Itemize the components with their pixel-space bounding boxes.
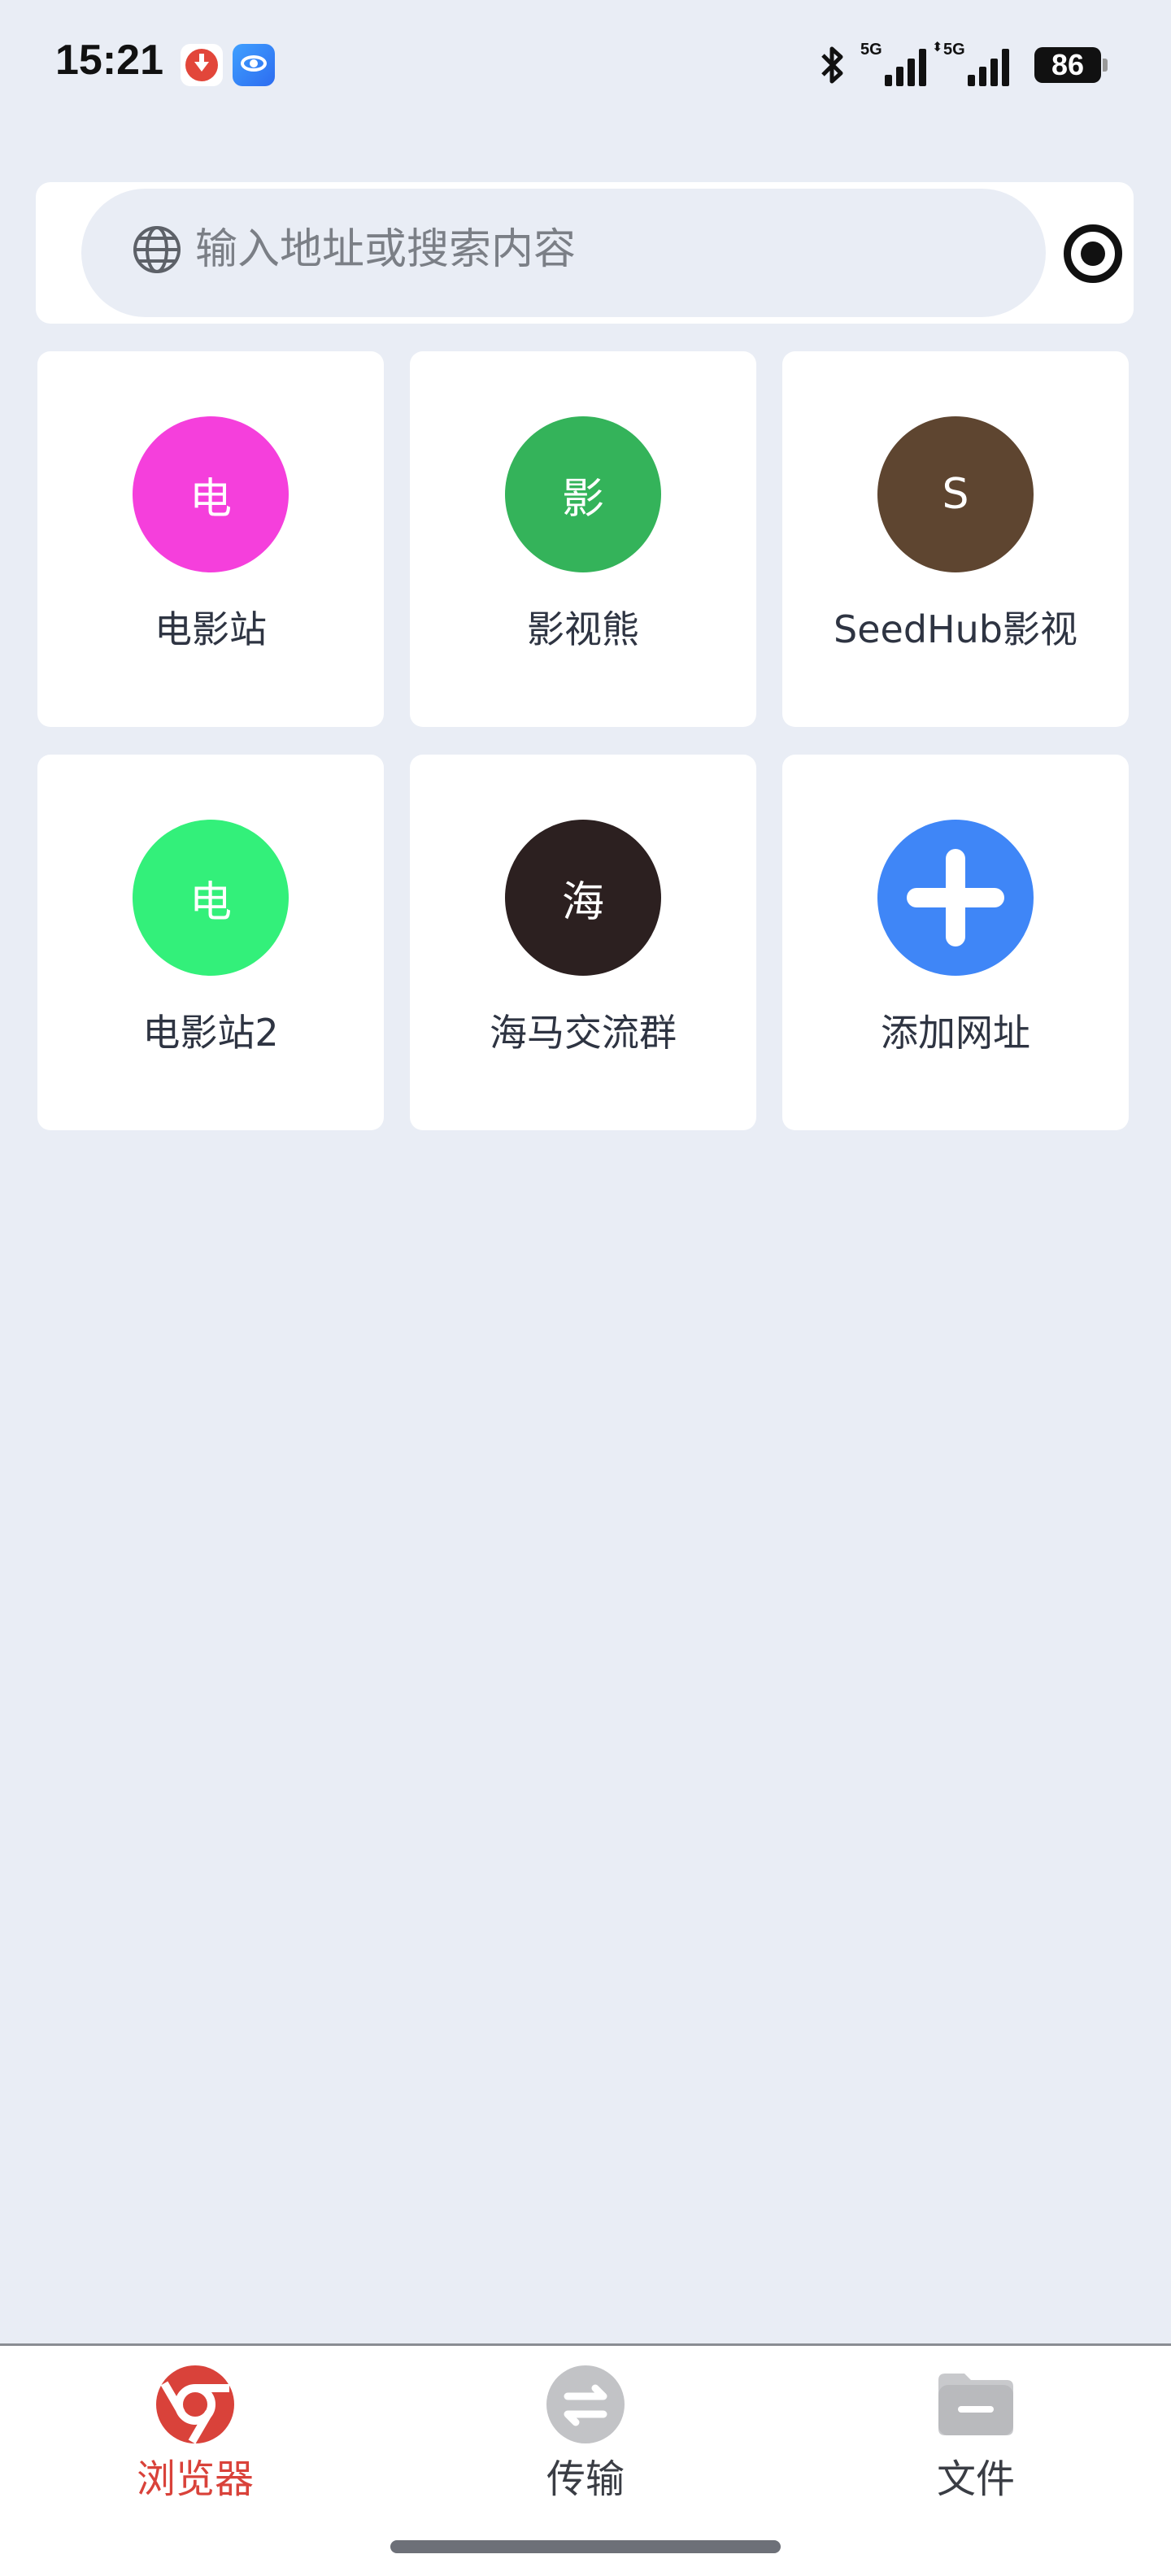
signal-icon: ⬍ 5G — [932, 41, 1016, 89]
transfer-icon — [545, 2364, 626, 2445]
shortcut-tile[interactable]: 电 电影站 — [37, 351, 384, 727]
tile-avatar: 影 — [505, 416, 661, 572]
status-time: 15:21 — [55, 37, 163, 84]
tile-label: SeedHub影视 — [834, 607, 1077, 651]
bluetooth-icon — [816, 42, 849, 88]
record-target-icon[interactable] — [1064, 224, 1122, 283]
nav-item-transfer[interactable]: 传输 — [464, 2364, 707, 2526]
tile-label: 影视熊 — [527, 607, 639, 651]
nav-item-browser[interactable]: 浏览器 — [73, 2364, 317, 2526]
shortcut-tile[interactable]: 电 电影站2 — [37, 755, 384, 1130]
search-placeholder: 输入地址或搜索内容 — [195, 225, 577, 274]
tile-avatar: 电 — [133, 416, 289, 572]
tile-avatar: S — [877, 416, 1034, 572]
nav-label: 传输 — [546, 2456, 625, 2502]
signal-label: 5G — [943, 41, 965, 59]
signal-icon: 5G — [860, 41, 934, 89]
browser-icon — [155, 2364, 236, 2445]
shortcut-tile[interactable]: 海 海马交流群 — [410, 755, 756, 1130]
data-arrows-icon: ⬍ — [932, 39, 943, 54]
home-indicator[interactable] — [390, 2540, 781, 2553]
add-url-tile[interactable]: 添加网址 — [782, 755, 1129, 1130]
signal-label: 5G — [860, 41, 882, 59]
tile-label: 电影站2 — [142, 1011, 279, 1055]
tile-label: 电影站 — [155, 607, 267, 651]
add-icon — [877, 820, 1034, 976]
nav-item-files[interactable]: 文件 — [854, 2364, 1098, 2526]
tile-label: 添加网址 — [881, 1011, 1030, 1055]
status-bar: 15:21 5G ⬍ 5G 86 — [0, 0, 1171, 130]
eye-app-icon — [233, 44, 275, 86]
nav-label: 文件 — [936, 2456, 1015, 2502]
nav-label: 浏览器 — [136, 2456, 254, 2502]
search-card: 输入地址或搜索内容 — [36, 182, 1134, 324]
tile-avatar: 海 — [505, 820, 661, 976]
battery-level: 86 — [1051, 48, 1085, 81]
shortcut-tile[interactable]: 影 影视熊 — [410, 351, 756, 727]
tile-avatar: 电 — [133, 820, 289, 976]
folder-icon — [935, 2364, 1016, 2445]
globe-icon — [132, 224, 182, 275]
status-indicators: 5G ⬍ 5G 86 — [797, 33, 1171, 98]
shortcut-tile[interactable]: S SeedHub影视 — [782, 351, 1129, 727]
download-app-icon — [181, 44, 223, 86]
battery-icon: 86 — [1034, 47, 1108, 83]
tile-label: 海马交流群 — [490, 1011, 677, 1055]
